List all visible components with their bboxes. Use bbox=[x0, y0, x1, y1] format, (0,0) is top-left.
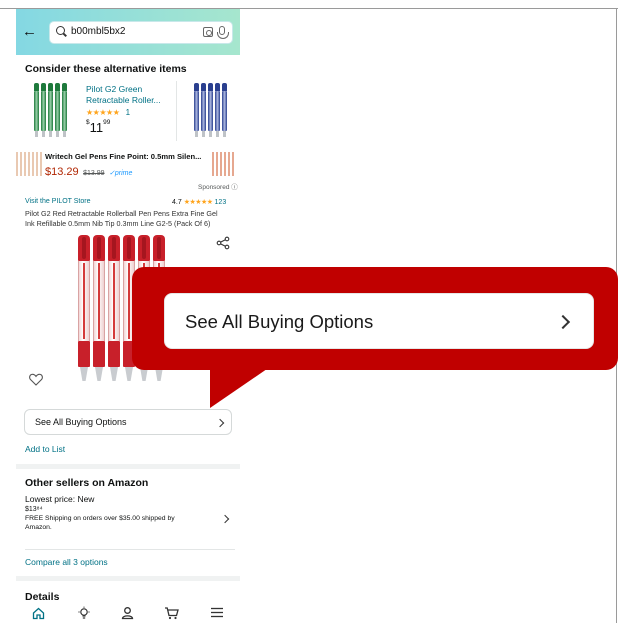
chevron-right-icon bbox=[215, 418, 225, 428]
alternatives-title: Consider these alternative items bbox=[25, 63, 187, 75]
lightbulb-icon[interactable] bbox=[77, 606, 91, 620]
see-all-buying-options-label: See All Buying Options bbox=[35, 417, 127, 427]
search-icon bbox=[56, 26, 65, 35]
cart-icon[interactable] bbox=[164, 606, 180, 620]
sponsored-price-row: $13.29 $13.99 ✓prime bbox=[45, 162, 132, 180]
see-all-buying-options-button[interactable]: See All Buying Options bbox=[24, 409, 232, 435]
menu-icon[interactable] bbox=[211, 607, 223, 618]
heart-icon[interactable] bbox=[29, 373, 43, 386]
rating-stars: ★★★★★ bbox=[183, 199, 213, 206]
rating-value: 4.7 bbox=[172, 199, 182, 206]
sponsored-thumb-left bbox=[16, 152, 42, 176]
page: ← b00mbl5bx2 Consider these alternative … bbox=[0, 0, 618, 623]
carousel-divider bbox=[176, 81, 177, 141]
mic-icon[interactable] bbox=[217, 26, 229, 39]
rating-count: 123 bbox=[214, 199, 227, 206]
see-all-buying-options-button-zoomed[interactable]: See All Buying Options bbox=[164, 293, 594, 349]
share-icon[interactable] bbox=[216, 236, 230, 250]
sponsored-thumb-right bbox=[212, 152, 236, 176]
green-pens-image[interactable] bbox=[34, 83, 67, 139]
alternative-item-rating: ★★★★★ 1 bbox=[86, 108, 130, 117]
product-title-line2: Ink Refillable 0.5mm Nib Tip 0.3mm Line … bbox=[25, 219, 211, 228]
alternative-item-name[interactable]: Pilot G2 Green Retractable Roller... bbox=[86, 84, 161, 106]
sponsored-old-price: $13.99 bbox=[83, 170, 105, 177]
sponsored-title: Writech Gel Pens Fine Point: 0.5mm Silen… bbox=[45, 152, 202, 161]
sponsored-product-banner[interactable]: Writech Gel Pens Fine Point: 0.5mm Silen… bbox=[16, 151, 240, 179]
alternative-item-name-line1: Pilot G2 Green bbox=[86, 84, 143, 94]
section-divider-2 bbox=[16, 576, 240, 581]
search-header: ← b00mbl5bx2 bbox=[16, 9, 240, 55]
offer-divider bbox=[25, 549, 235, 550]
other-sellers-offer[interactable]: Lowest price: New $13⁸⁴ FREE Shipping on… bbox=[25, 494, 235, 544]
sponsored-price: $13.29 bbox=[45, 166, 79, 178]
sponsored-label[interactable]: Sponsored ⓘ bbox=[198, 181, 238, 191]
lowest-price-value: $13⁸⁴ bbox=[25, 506, 43, 513]
camera-icon[interactable] bbox=[203, 27, 213, 37]
home-icon[interactable] bbox=[32, 607, 45, 620]
add-to-list-link[interactable]: Add to List bbox=[25, 444, 65, 454]
chevron-right-icon bbox=[555, 314, 571, 330]
details-title: Details bbox=[25, 591, 60, 603]
lowest-price-label: Lowest price: New bbox=[25, 494, 95, 504]
price-whole: 11 bbox=[89, 120, 104, 135]
back-arrow-icon[interactable]: ← bbox=[22, 24, 37, 39]
search-query: b00mbl5bx2 bbox=[71, 26, 126, 37]
other-sellers-title: Other sellers on Amazon bbox=[25, 477, 149, 489]
section-divider bbox=[16, 464, 240, 469]
prime-badge: ✓prime bbox=[108, 170, 133, 177]
alternative-item-price: $1199 bbox=[86, 119, 110, 137]
blue-pens-image[interactable] bbox=[194, 83, 227, 139]
product-title: Pilot G2 Red Retractable Rollerball Pen … bbox=[25, 209, 237, 229]
shipping-line2: Amazon. bbox=[25, 524, 52, 531]
compare-all-options-link[interactable]: Compare all 3 options bbox=[25, 557, 108, 567]
alternative-item-review-count[interactable]: 1 bbox=[126, 108, 130, 117]
account-icon[interactable] bbox=[121, 606, 134, 620]
search-input[interactable]: b00mbl5bx2 bbox=[50, 22, 232, 43]
product-title-line1: Pilot G2 Red Retractable Rollerball Pen … bbox=[25, 209, 218, 218]
bottom-nav bbox=[16, 603, 240, 623]
shipping-line1: FREE Shipping on orders over $35.00 ship… bbox=[25, 515, 175, 522]
see-all-buying-options-label-zoomed: See All Buying Options bbox=[185, 311, 374, 332]
alternative-item-name-line2: Retractable Roller... bbox=[86, 95, 161, 105]
visit-store-link[interactable]: Visit the PILOT Store bbox=[25, 198, 91, 205]
alternative-item-stars: ★★★★★ bbox=[86, 108, 120, 117]
price-fraction: 99 bbox=[103, 119, 111, 126]
product-rating[interactable]: 4.7 ★★★★★ 123 bbox=[172, 198, 226, 206]
